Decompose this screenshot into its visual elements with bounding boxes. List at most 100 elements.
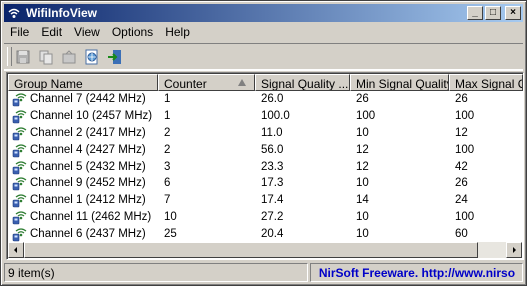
status-bar: 9 item(s) NirSoft Freeware. http://www.n… [4,263,523,282]
table-row[interactable]: Channel 4 (2427 MHz) 2 56.0 12 100 [8,141,523,158]
cell-max-signal-quality: 100 [455,110,475,123]
html-report-icon[interactable] [81,47,103,67]
table-row[interactable]: Channel 6 (2437 MHz) 25 20.4 10 60 [8,225,523,242]
close-button[interactable]: × [505,6,521,20]
cell-counter: 2 [164,126,171,139]
cell-group-name: Channel 10 (2457 MHz) [8,108,158,124]
cell-min-signal-quality: 14 [356,194,369,207]
scrollbar-thumb[interactable] [24,242,478,258]
cell-group-name: Channel 6 (2437 MHz) [8,226,158,242]
cell-max-signal-quality: 100 [455,143,475,156]
column-header-max-signal-quality[interactable]: Max Signal Qu [449,74,523,91]
cell-max-signal-quality: 42 [455,160,468,173]
cell-group-name: Channel 11 (2462 MHz) [8,209,158,225]
groups-list[interactable]: Group Name Counter Signal Quality ... Mi… [6,72,524,260]
wifi-channel-icon [12,108,30,124]
cell-min-signal-quality: 12 [356,160,369,173]
cell-counter: 25 [164,227,177,240]
arrow-left-icon [14,247,17,253]
wifi-channel-icon [12,192,30,208]
cell-signal-quality: 17.3 [261,177,284,190]
group-name-text: Channel 9 (2452 MHz) [30,177,146,190]
cell-min-signal-quality: 10 [356,126,369,139]
toolbar [4,43,523,71]
group-name-text: Channel 6 (2437 MHz) [30,227,146,240]
cell-signal-quality: 56.0 [261,143,284,156]
wifi-channel-icon [12,175,30,191]
status-item-count: 9 item(s) [4,263,308,282]
table-row[interactable]: Channel 1 (2412 MHz) 7 17.4 14 24 [8,192,523,209]
exit-icon[interactable] [104,47,126,67]
column-header-signal-quality[interactable]: Signal Quality ... [255,74,350,91]
arrow-right-icon [513,247,516,253]
wifi-channel-icon [12,142,30,158]
group-name-text: Channel 5 (2432 MHz) [30,160,146,173]
menu-help[interactable]: Help [159,24,196,42]
wifi-channel-icon [12,226,30,242]
cell-counter: 1 [164,93,171,106]
table-row[interactable]: Channel 10 (2457 MHz) 1 100.0 100 100 [8,108,523,125]
cell-counter: 3 [164,160,171,173]
table-row[interactable]: Channel 11 (2462 MHz) 10 27.2 10 100 [8,209,523,226]
properties-icon[interactable] [58,47,80,67]
window-title: WifiInfoView [26,6,98,20]
maximize-button[interactable]: □ [485,6,501,20]
cell-group-name: Channel 9 (2452 MHz) [8,175,158,191]
column-header-group-name[interactable]: Group Name [8,74,158,91]
column-header-min-signal-quality[interactable]: Min Signal Quality [350,74,449,91]
wifi-channel-icon [12,159,30,175]
wifi-channel-icon [12,91,30,107]
cell-counter: 10 [164,210,177,223]
cell-signal-quality: 27.2 [261,210,284,223]
cell-signal-quality: 17.4 [261,194,284,207]
wifi-channel-icon [12,209,30,225]
cell-max-signal-quality: 100 [455,210,475,223]
column-header-row: Group Name Counter Signal Quality ... Mi… [8,74,523,91]
cell-min-signal-quality: 10 [356,210,369,223]
minimize-button[interactable]: _ [467,6,483,20]
cell-counter: 7 [164,194,171,207]
copy-icon[interactable] [35,47,57,67]
cell-min-signal-quality: 10 [356,227,369,240]
menu-options[interactable]: Options [106,24,159,42]
group-name-text: Channel 11 (2462 MHz) [30,210,152,223]
menu-file[interactable]: File [4,24,35,42]
cell-min-signal-quality: 100 [356,110,376,123]
group-name-text: Channel 4 (2427 MHz) [30,143,146,156]
table-row[interactable]: Channel 7 (2442 MHz) 1 26.0 26 26 [8,91,523,108]
group-name-text: Channel 2 (2417 MHz) [30,126,146,139]
menu-edit[interactable]: Edit [35,24,68,42]
group-name-text: Channel 7 (2442 MHz) [30,93,146,106]
table-row[interactable]: Channel 9 (2452 MHz) 6 17.3 10 26 [8,175,523,192]
wifi-app-icon [6,5,22,21]
title-bar[interactable]: WifiInfoView _ □ × [4,4,523,22]
scroll-left-button[interactable] [8,242,24,258]
cell-signal-quality: 26.0 [261,93,284,106]
column-header-counter-label: Counter [164,77,207,91]
cell-group-name: Channel 1 (2412 MHz) [8,192,158,208]
cell-max-signal-quality: 12 [455,126,468,139]
cell-signal-quality: 100.0 [261,110,290,123]
cell-counter: 1 [164,110,171,123]
main-window: WifiInfoView _ □ × File Edit View Option… [0,0,527,286]
save-icon[interactable] [12,47,34,67]
cell-group-name: Channel 2 (2417 MHz) [8,125,158,141]
cell-max-signal-quality: 60 [455,227,468,240]
cell-signal-quality: 20.4 [261,227,284,240]
cell-max-signal-quality: 24 [455,194,468,207]
horizontal-scrollbar[interactable] [8,242,522,258]
cell-counter: 6 [164,177,171,190]
cell-group-name: Channel 5 (2432 MHz) [8,159,158,175]
menu-view[interactable]: View [68,24,106,42]
table-row[interactable]: Channel 5 (2432 MHz) 3 23.3 12 42 [8,158,523,175]
table-row[interactable]: Channel 2 (2417 MHz) 2 11.0 10 12 [8,125,523,142]
column-header-counter[interactable]: Counter [158,74,255,91]
scroll-right-button[interactable] [506,242,522,258]
cell-min-signal-quality: 26 [356,93,369,106]
nirsoft-link[interactable]: NirSoft Freeware. http://www.nirso [309,263,523,282]
group-name-text: Channel 10 (2457 MHz) [30,110,153,123]
cell-min-signal-quality: 10 [356,177,369,190]
cell-group-name: Channel 4 (2427 MHz) [8,142,158,158]
group-name-text: Channel 1 (2412 MHz) [30,194,146,207]
table-body: Channel 7 (2442 MHz) 1 26.0 26 26 Channel 10 … [8,91,523,242]
